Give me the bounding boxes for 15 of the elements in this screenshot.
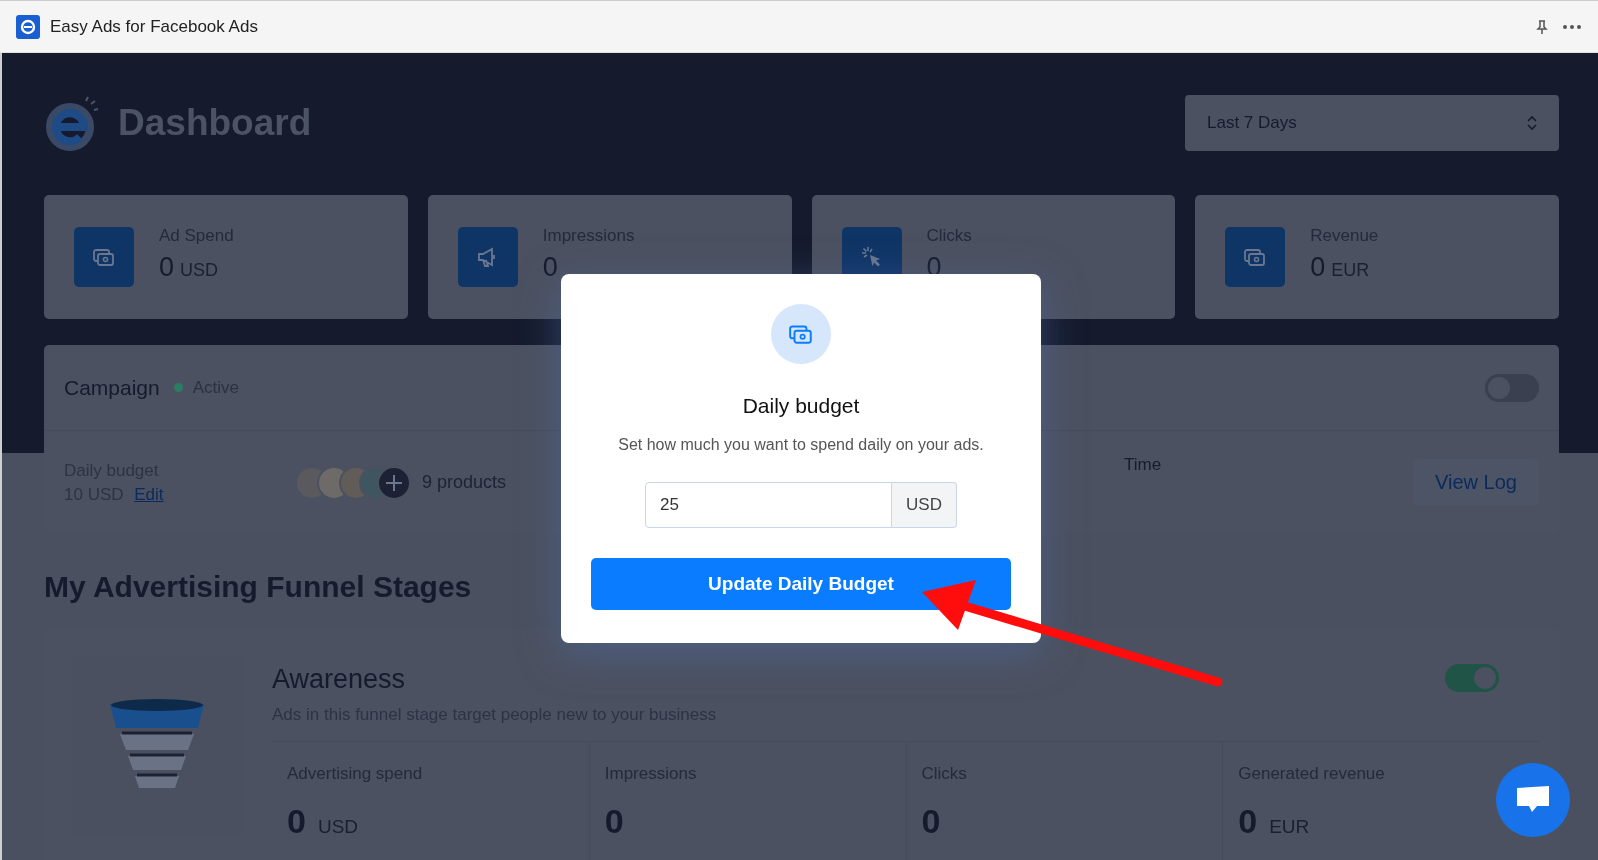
dialog-title: Daily budget bbox=[742, 394, 860, 418]
edit-link[interactable]: Edit bbox=[134, 484, 164, 504]
currency-addon: USD bbox=[892, 482, 957, 528]
app-logo-icon bbox=[16, 14, 40, 39]
view-log-button[interactable]: View Log bbox=[1413, 459, 1539, 506]
more-icon[interactable] bbox=[1562, 23, 1582, 30]
update-budget-button[interactable]: Update Daily Budget bbox=[591, 558, 1011, 610]
status-dot bbox=[173, 383, 183, 392]
pin-icon[interactable] bbox=[1534, 18, 1550, 35]
window-title: Easy Ads for Facebook Ads bbox=[50, 16, 258, 37]
page-title: Dashboard bbox=[118, 102, 312, 144]
stage-toggle[interactable] bbox=[1445, 664, 1499, 692]
chevron-updown-icon bbox=[1527, 115, 1537, 131]
dialog-text: Set how much you want to spend daily on your ads. bbox=[618, 436, 984, 454]
budget-input[interactable]: 25 bbox=[645, 482, 892, 528]
